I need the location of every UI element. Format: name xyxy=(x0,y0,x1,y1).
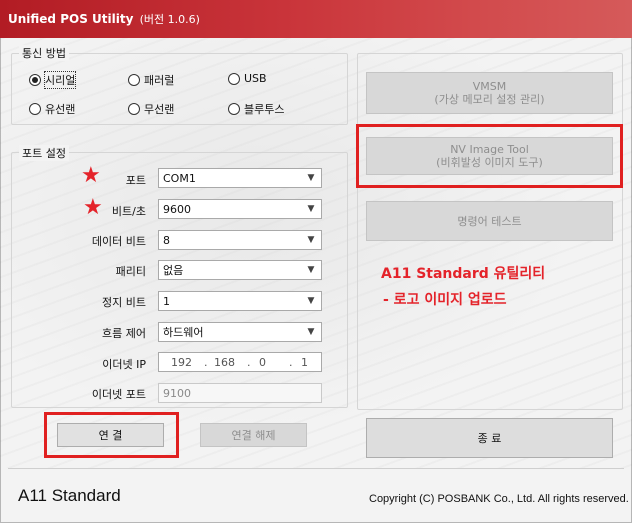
command-test-button[interactable]: 명령어 테스트 xyxy=(366,201,613,241)
port-select[interactable]: COM1 ▼ xyxy=(158,168,322,188)
annotation-subtitle: - 로고 이미지 업로드 xyxy=(383,292,507,308)
databits-select[interactable]: 8 ▼ xyxy=(158,230,322,250)
flow-select[interactable]: 하드웨어 ▼ xyxy=(158,322,322,342)
radio-wired-lan-dot[interactable] xyxy=(29,103,41,115)
nv-image-tool-title: NV Image Tool xyxy=(450,143,529,156)
radio-wireless-lan-label: 무선랜 xyxy=(144,103,175,116)
flow-select-value: 하드웨어 xyxy=(163,326,204,339)
disconnect-button[interactable]: 연결 해제 xyxy=(200,423,307,447)
flow-label: 흐름 제어 xyxy=(102,327,146,340)
ip-octet-1[interactable]: 192 xyxy=(171,356,192,369)
nv-image-tool-button[interactable]: NV Image Tool (비휘발성 이미지 도구) xyxy=(366,137,613,175)
ip-octet-3[interactable]: 0 xyxy=(259,356,266,369)
version-label: (버전 1.0.6) xyxy=(139,13,200,26)
parity-select[interactable]: 없음 ▼ xyxy=(158,260,322,280)
radio-bluetooth-label: 블루투스 xyxy=(244,103,285,116)
connect-button[interactable]: 연 결 xyxy=(57,423,164,447)
baud-select[interactable]: 9600 ▼ xyxy=(158,199,322,219)
stopbits-select[interactable]: 1 ▼ xyxy=(158,291,322,311)
chevron-down-icon[interactable]: ▼ xyxy=(304,202,318,216)
radio-serial-dot[interactable] xyxy=(29,74,41,86)
vmsm-button[interactable]: VMSM (가상 메모리 설정 관리) xyxy=(366,72,613,114)
vmsm-button-title: VMSM xyxy=(472,80,507,93)
chevron-down-icon[interactable]: ▼ xyxy=(304,171,318,185)
comm-method-label: 통신 방법 xyxy=(19,45,69,61)
radio-parallel[interactable]: 패러럴 xyxy=(128,72,174,88)
radio-bluetooth[interactable]: 블루투스 xyxy=(228,101,284,117)
radio-bluetooth-dot[interactable] xyxy=(228,103,240,115)
ip-octet-2[interactable]: 168 xyxy=(214,356,235,369)
radio-wireless-lan[interactable]: 무선랜 xyxy=(128,101,174,117)
radio-wired-lan-label: 유선랜 xyxy=(45,103,76,116)
port-select-value: COM1 xyxy=(163,171,196,185)
annotation-title: A11 Standard 유틸리티 xyxy=(381,266,546,282)
radio-usb-label: USB xyxy=(244,72,267,85)
radio-wireless-lan-dot[interactable] xyxy=(128,103,140,115)
chevron-down-icon[interactable]: ▼ xyxy=(304,233,318,247)
vmsm-button-subtitle: (가상 메모리 설정 관리) xyxy=(434,93,545,106)
baud-label: 비트/초 xyxy=(111,205,146,218)
ip-dot: . xyxy=(204,356,208,369)
radio-parallel-label: 패러럴 xyxy=(144,74,175,87)
databits-label: 데이터 비트 xyxy=(91,235,146,248)
radio-serial-label: 시리얼 xyxy=(43,71,77,89)
radio-wired-lan[interactable]: 유선랜 xyxy=(29,101,75,117)
ethernet-port-value: 9100 xyxy=(163,386,191,400)
exit-button[interactable]: 종 료 xyxy=(366,418,613,458)
nv-image-tool-subtitle: (비휘발성 이미지 도구) xyxy=(436,156,543,169)
stopbits-select-value: 1 xyxy=(163,294,170,308)
chevron-down-icon[interactable]: ▼ xyxy=(304,263,318,277)
ethernet-port-input[interactable]: 9100 xyxy=(158,383,322,403)
parity-select-value: 없음 xyxy=(163,264,184,277)
parity-label: 패리티 xyxy=(115,265,146,278)
radio-usb[interactable]: USB xyxy=(228,72,267,85)
ip-label: 이더넷 IP xyxy=(102,358,146,371)
ip-dot: . xyxy=(289,356,293,369)
databits-select-value: 8 xyxy=(163,233,170,247)
ip-dot: . xyxy=(247,356,251,369)
ip-address-input[interactable]: 192 . 168 . 0 . 1 xyxy=(158,352,322,372)
port-settings-label: 포트 설정 xyxy=(19,145,69,161)
footer-divider xyxy=(8,468,624,469)
port-label: 포트 xyxy=(125,174,146,187)
product-name: A11 Standard xyxy=(18,486,121,505)
app-title: Unified POS Utility xyxy=(8,12,134,26)
chevron-down-icon[interactable]: ▼ xyxy=(304,294,318,308)
radio-parallel-dot[interactable] xyxy=(128,74,140,86)
title-bar[interactable]: Unified POS Utility (버전 1.0.6) xyxy=(0,0,632,38)
stopbits-label: 정지 비트 xyxy=(102,296,146,309)
copyright-text: Copyright (C) POSBANK Co., Ltd. All righ… xyxy=(369,493,629,505)
window-title: Unified POS Utility (버전 1.0.6) xyxy=(8,11,200,27)
ip-octet-4[interactable]: 1 xyxy=(301,356,308,369)
radio-usb-dot[interactable] xyxy=(228,72,240,85)
baud-select-value: 9600 xyxy=(163,202,191,216)
radio-serial[interactable]: 시리얼 xyxy=(29,71,77,89)
ethport-label: 이더넷 포트 xyxy=(91,388,146,401)
chevron-down-icon[interactable]: ▼ xyxy=(304,325,318,339)
